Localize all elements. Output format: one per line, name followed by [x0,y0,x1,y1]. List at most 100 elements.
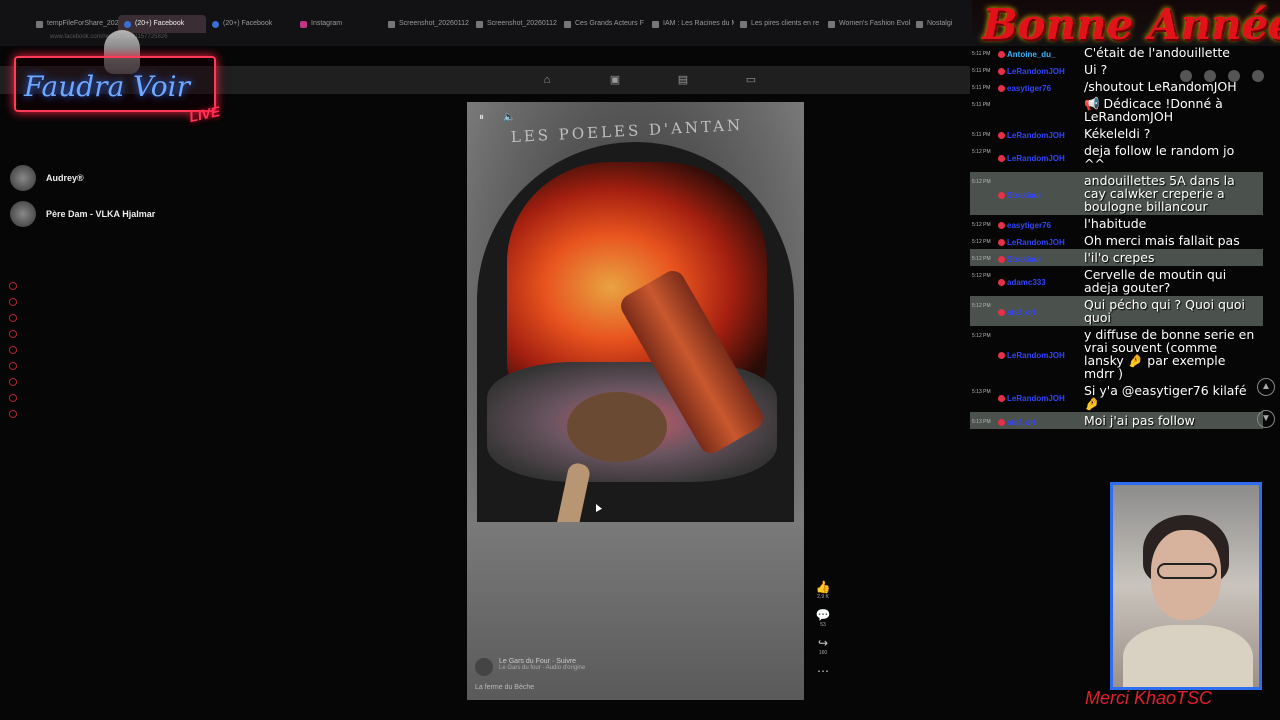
shortcut-icon[interactable] [9,362,17,370]
browser-tab[interactable]: Instagram [294,15,382,33]
streamer-body [1123,625,1253,687]
chat-message: 5:12 PM LeRandomJOH y diffuse de bonne ser… [970,326,1263,382]
tab-label: Ces Grands Acteurs F [575,20,644,27]
comment-button[interactable]: 💬 53 [812,608,834,628]
chat-text: l'habitude [1084,216,1147,231]
chat-timestamp: 5:12 PM [972,333,991,339]
chat-username-text: easytiger76 [1007,83,1052,93]
heart-badge-icon [998,279,1005,286]
streamer-glasses [1157,563,1217,579]
chat-username-text: adamc333 [1007,278,1046,287]
chat-message: 5:11 PM easytiger76/shoutout LeRandomJOH [970,78,1263,95]
chat-username: LeRandomJOH [998,127,1084,140]
shortcut-icon[interactable] [9,410,17,418]
browser-tab[interactable]: Screenshot_20260112 [382,15,470,33]
contact-item[interactable]: Père Dam - VLKA Hjalmar [10,196,155,232]
home-icon[interactable]: ⌂ [540,73,554,87]
shortcut-icon[interactable] [9,378,17,386]
doc-icon [740,20,747,28]
facebook-icon [212,20,219,28]
chat-timestamp: 5:12 PM [972,239,991,245]
doc-icon [828,20,835,28]
browser-tab[interactable]: Screenshot_20260112 [470,15,558,33]
shortcut-icon[interactable] [9,282,17,290]
browser-tab[interactable]: tempFileForShare_2024 [30,15,118,33]
chat-message: 5:11 PM LeRandomJOH Ui ? [970,61,1263,78]
chat-text: Moi j'ai pas follow [1084,413,1195,428]
heart-badge-icon [998,309,1005,316]
logo-text: Faudra Voir [24,70,191,103]
browser-tab[interactable]: (20+) Facebook [206,15,294,33]
browser-tab[interactable]: Ces Grands Acteurs F [558,15,646,33]
pause-icon[interactable]: ⏸ [479,112,484,123]
shortcut-icon[interactable] [9,394,17,402]
shortcut-icon[interactable] [9,330,17,338]
marketplace-icon[interactable]: ▤ [676,73,690,87]
chat-timestamp: 5:11 PM [972,85,991,91]
chat-timestamp: 5:11 PM [972,68,991,74]
more-button[interactable]: ⋯ [812,664,834,678]
chat-message: 5:12 PM easytiger76 l'habitude [970,215,1263,232]
browser-tab[interactable]: Les pires clients en re [734,15,822,33]
chat-message: 5:13 PM staf_cri Moi j'ai pas follow [970,412,1263,429]
chat-message: 5:12 PM LeRandomJOH Oh merci mais fallait … [970,232,1263,249]
heart-badge-icon [998,131,1005,139]
comment-count: 53 [820,622,826,628]
chat-message: 5:13 PM LeRandomJOH Si y'a @easytiger76 ki… [970,382,1263,412]
like-button[interactable]: 👍 2,9 K [812,580,834,600]
chat-timestamp: 5:12 PM [972,256,991,262]
mute-icon[interactable]: 🔈 [503,112,515,123]
doc-icon [36,20,43,28]
webcam-feed [1110,482,1262,690]
reels-icon[interactable]: ▣ [608,73,622,87]
chat-text: y diffuse de bonne serie en vrai souvent… [1084,327,1255,381]
chat-message: 5:12 PM staf_cri Qui pécho qui ? Quoi quoi… [970,296,1263,326]
reel-video[interactable]: LES POELES D'ANTAN ⏸ 🔈 Le Gars du Four ·… [467,102,804,700]
chat-message: 5:12 PM LeRandomJOH deja follow le random … [970,142,1263,172]
contact-item[interactable]: Audrey® [10,160,155,196]
chat-timestamp: 5:11 PM [972,102,991,108]
stream-logo: Faudra Voir LIVE [14,56,221,125]
chat-timestamp: 5:11 PM [972,132,991,138]
browser-tab[interactable]: Women's Fashion Evol [822,15,910,33]
chat-username: easytiger76 [998,217,1084,230]
contact-name: Père Dam - VLKA Hjalmar [46,209,156,219]
chat-text: Kékeleldi ? [1084,126,1151,141]
chat-message: 5:12 PM adamc333 Cervelle de moutin qui ad… [970,266,1263,296]
heart-badge-icon [998,238,1005,246]
scroll-down-icon[interactable]: ▼ [1257,410,1275,428]
shortcut-icon[interactable] [9,314,17,322]
avatar [475,658,493,676]
chat-timestamp: 5:12 PM [972,273,991,279]
chat-username-text: LeRandomJOH [1007,130,1065,140]
chat-username: adamc333 [998,268,1084,294]
author-name[interactable]: Le Gars du Four [499,658,550,665]
chat-text: /shoutout LeRandomJOH [1084,79,1237,94]
tab-label: tempFileForShare_2024 [47,20,118,27]
scroll-up-icon[interactable]: ▲ [1257,378,1275,396]
chat-timestamp: 5:12 PM [972,149,991,155]
chat-username-text: Strakiaur [1007,190,1042,200]
shortcut-icon[interactable] [9,298,17,306]
banner-text: Bonne Année [982,0,1280,49]
gaming-icon[interactable]: ▭ [744,73,758,87]
tab-label: Screenshot_20260112 [487,20,557,27]
comment-icon: 💬 [815,608,831,622]
like-icon: 👍 [815,580,831,594]
browser-tab[interactable]: IAM : Les Racines du M [646,15,734,33]
browser-tab[interactable]: (20+) Facebook [118,15,206,33]
chat-timestamp: 5:11 PM [972,51,991,57]
share-button[interactable]: ↪ 160 [812,636,834,656]
chat-username-text: LeRandomJOH [1007,394,1065,403]
chat-username-text: LeRandomJOH [1007,351,1065,360]
reel-author[interactable]: Le Gars du Four · Suivre Le Gars du four… [475,658,585,676]
side-shortcuts [9,282,17,418]
chat-username-text: LeRandomJOH [1007,237,1065,247]
shortcut-icon[interactable] [9,346,17,354]
chat-timestamp: 5:12 PM [972,303,991,309]
chat-text: Cervelle de moutin qui adeja gouter? [1084,267,1227,295]
heart-badge-icon [998,395,1005,402]
follow-link[interactable]: Suivre [556,658,576,665]
chat-username-text: LeRandomJOH [1007,154,1065,163]
facebook-icon [124,20,131,28]
